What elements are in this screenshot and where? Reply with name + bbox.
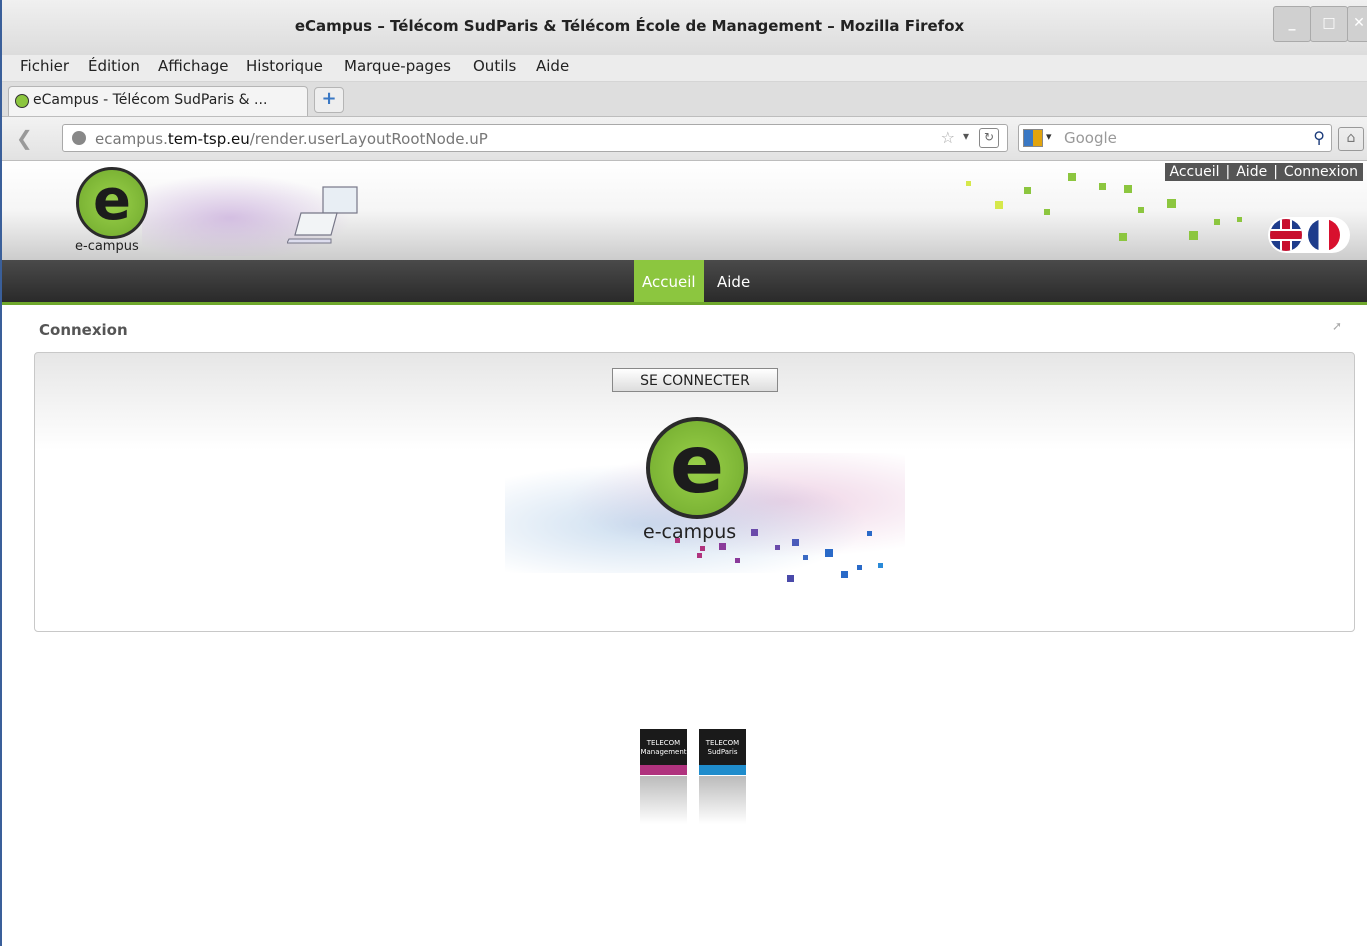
menu-marque-pages[interactable]: Marque-pages bbox=[344, 57, 451, 75]
main-navigation: Accueil Aide bbox=[2, 260, 1367, 305]
telecom-em-line1: TELECOM bbox=[646, 739, 681, 747]
header-pixel bbox=[966, 181, 971, 186]
portlet-pixel bbox=[675, 538, 680, 543]
tab-label: eCampus - Télécom SudParis & ... bbox=[33, 92, 268, 108]
portlet-title: Connexion bbox=[39, 321, 128, 339]
top-link-separator: | bbox=[1225, 164, 1231, 180]
header-pixel bbox=[1068, 173, 1076, 181]
portlet-pixel bbox=[751, 529, 758, 536]
language-switcher bbox=[1268, 217, 1350, 253]
navigation-toolbar: ❮ ecampus.tem-tsp.eu/render.userLayoutRo… bbox=[2, 117, 1367, 161]
ecampus-logo-icon[interactable]: e bbox=[76, 167, 148, 239]
header-pixel bbox=[1189, 231, 1198, 240]
header-pixel bbox=[1044, 209, 1050, 215]
portlet-pixel bbox=[700, 546, 705, 551]
maximize-button[interactable]: □ bbox=[1310, 6, 1348, 42]
portlet-pixel bbox=[697, 553, 702, 558]
telecom-em-color-bar bbox=[640, 765, 687, 775]
header-pixel bbox=[1214, 219, 1220, 225]
menu-fichier[interactable]: Fichier bbox=[20, 57, 69, 75]
header-pixel bbox=[1024, 187, 1031, 194]
close-button[interactable]: ✕ bbox=[1347, 6, 1367, 42]
telecom-sp-line1: TELECOM bbox=[705, 739, 740, 747]
nav-item-aide[interactable]: Aide bbox=[709, 260, 758, 302]
menu-outils[interactable]: Outils bbox=[473, 57, 516, 75]
bookmark-star-icon[interactable]: ☆ bbox=[941, 128, 955, 147]
url-text[interactable]: ecampus.tem-tsp.eu/render.userLayoutRoot… bbox=[95, 130, 488, 148]
menu-historique[interactable]: Historique bbox=[246, 57, 323, 75]
portlet-pixel bbox=[825, 549, 833, 557]
english-flag-icon[interactable] bbox=[1270, 219, 1302, 251]
telecom-em-logo-reflection bbox=[640, 776, 687, 824]
ecampus-favicon-icon bbox=[15, 94, 29, 108]
header-pixel bbox=[995, 201, 1003, 209]
connect-button[interactable]: SE CONNECTER bbox=[612, 368, 778, 392]
header-pixel bbox=[1138, 207, 1144, 213]
telecom-sp-logo-reflection bbox=[699, 776, 746, 824]
pin-icon[interactable]: ➚ bbox=[1332, 319, 1342, 333]
portlet-pixel bbox=[803, 555, 808, 560]
portlet-pixel bbox=[867, 531, 872, 536]
telecom-em-line2: Management bbox=[640, 748, 687, 756]
history-dropdown-icon[interactable]: ▾ bbox=[963, 129, 969, 143]
portlet-pixel bbox=[719, 543, 726, 550]
portlet-pixel bbox=[775, 545, 780, 550]
nav-item-accueil[interactable]: Accueil bbox=[634, 260, 704, 302]
french-flag-icon[interactable] bbox=[1308, 219, 1340, 251]
telecom-sudparis-logo[interactable]: TELECOM SudParis bbox=[699, 729, 746, 775]
back-arrow-icon[interactable]: ❮ bbox=[16, 127, 44, 151]
laptop-icon bbox=[287, 186, 358, 244]
portlet-pixel bbox=[878, 563, 883, 568]
portlet-pixel bbox=[787, 575, 794, 582]
engine-dropdown-icon[interactable]: ▾ bbox=[1046, 130, 1052, 143]
url-host-domain: tem-tsp.eu bbox=[167, 130, 250, 148]
telecom-sp-line2: SudParis bbox=[707, 748, 738, 756]
portlet-logo-text: e-campus bbox=[643, 521, 737, 543]
url-host-prefix: ecampus. bbox=[95, 130, 168, 148]
home-icon[interactable]: ⌂ bbox=[1338, 127, 1364, 151]
window-title: eCampus – Télécom SudParis & Télécom Éco… bbox=[294, 17, 965, 35]
site-header: e e-campus Accueil | Aide | Connexion bbox=[2, 161, 1367, 260]
menu-edition[interactable]: Édition bbox=[88, 57, 140, 75]
google-engine-icon[interactable] bbox=[1023, 129, 1043, 147]
telecom-sp-color-bar bbox=[699, 765, 746, 775]
minimize-button[interactable]: _ bbox=[1273, 6, 1311, 42]
url-path: /render.userLayoutRootNode.uP bbox=[249, 130, 488, 148]
header-logo-text: e-campus bbox=[75, 239, 139, 254]
tab-ecampus[interactable]: eCampus - Télécom SudParis & ... bbox=[8, 86, 308, 116]
portlet-pixel bbox=[857, 565, 862, 570]
header-pixel bbox=[1237, 217, 1242, 222]
menu-affichage[interactable]: Affichage bbox=[158, 57, 228, 75]
title-bar: eCampus – Télécom SudParis & Télécom Éco… bbox=[2, 0, 1367, 56]
header-pixel bbox=[1124, 185, 1132, 193]
top-link-accueil[interactable]: Accueil bbox=[1170, 164, 1220, 180]
header-pixel bbox=[1167, 199, 1176, 208]
new-tab-button[interactable]: + bbox=[314, 87, 344, 113]
url-bar[interactable]: ecampus.tem-tsp.eu/render.userLayoutRoot… bbox=[62, 124, 1008, 152]
connexion-portlet: SE CONNECTER e e-campus bbox=[34, 352, 1355, 632]
header-pixel bbox=[1119, 233, 1127, 241]
top-link-aide[interactable]: Aide bbox=[1236, 164, 1267, 180]
ecampus-large-logo-icon: e bbox=[646, 417, 748, 519]
header-pixel bbox=[1099, 183, 1106, 190]
browser-window: eCampus – Télécom SudParis & Télécom Éco… bbox=[0, 0, 1367, 946]
telecom-em-logo[interactable]: TELECOM Management bbox=[640, 729, 687, 775]
top-links: Accueil | Aide | Connexion bbox=[1164, 163, 1363, 181]
portlet-pixel bbox=[735, 558, 740, 563]
search-icon[interactable]: ⚲ bbox=[1313, 128, 1325, 147]
search-bar[interactable]: ▾ Google ⚲ bbox=[1018, 124, 1332, 152]
tab-strip: eCampus - Télécom SudParis & ... + bbox=[2, 82, 1367, 117]
top-link-connexion[interactable]: Connexion bbox=[1284, 164, 1358, 180]
top-link-separator: | bbox=[1273, 164, 1278, 180]
menu-bar: Fichier Édition Affichage Historique Mar… bbox=[2, 55, 1367, 82]
menu-aide[interactable]: Aide bbox=[536, 57, 569, 75]
reload-icon[interactable]: ↻ bbox=[979, 128, 999, 148]
globe-icon bbox=[72, 131, 86, 145]
portlet-pixel bbox=[841, 571, 848, 578]
search-placeholder: Google bbox=[1064, 129, 1117, 147]
portlet-pixel bbox=[792, 539, 799, 546]
